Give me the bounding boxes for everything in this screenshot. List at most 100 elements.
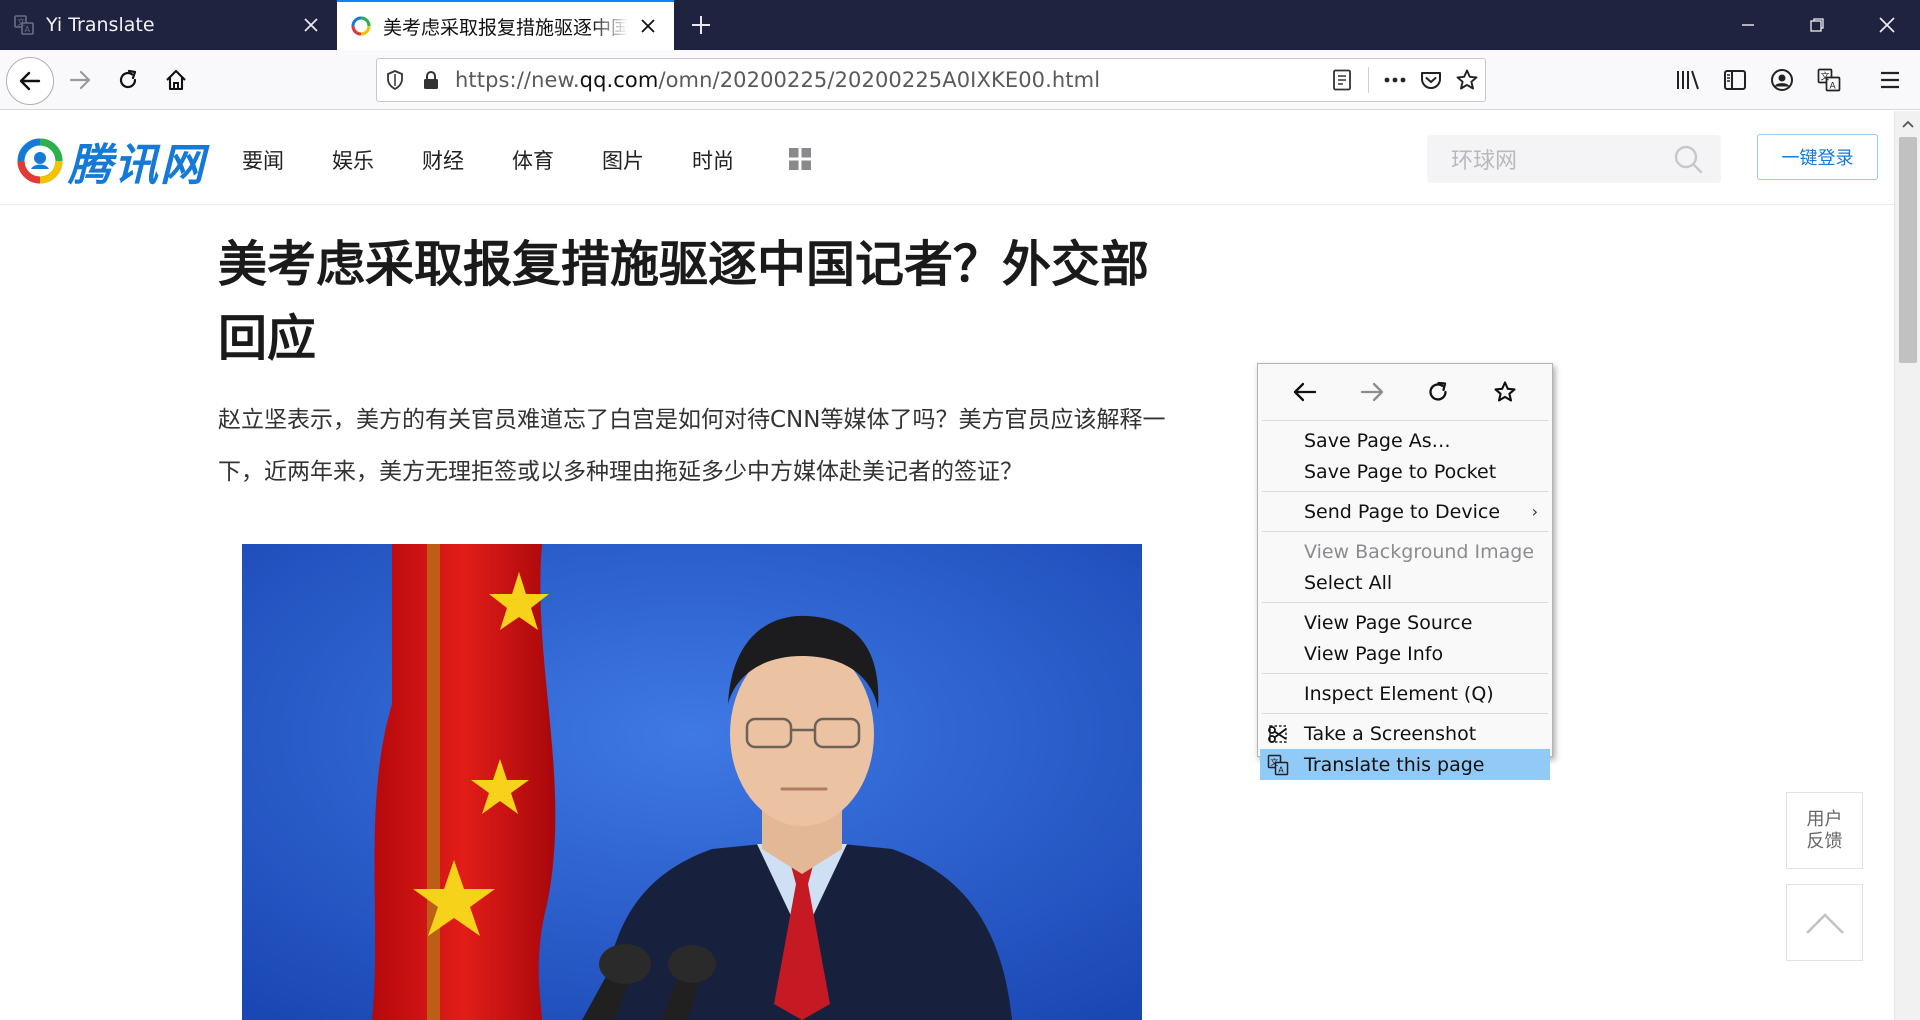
navigation-toolbar: https://new.qq.com/omn/20200225/20200225… (0, 50, 1920, 110)
url-path: /omn/20200225/20200225A0IXKE00.html (658, 68, 1101, 92)
new-tab-button[interactable] (686, 10, 716, 40)
bookmark-star-icon (1494, 381, 1516, 402)
screenshot-icon (1268, 725, 1287, 743)
qq-favicon-icon (351, 16, 371, 36)
home-icon (166, 69, 186, 91)
page-context-menu: Save Page As… Save Page to Pocket Send P… (1257, 363, 1553, 780)
arrow-right-icon (1360, 382, 1383, 402)
pocket-icon[interactable] (1413, 60, 1449, 100)
svg-text:A: A (25, 25, 31, 34)
menu-item-save-page-as[interactable]: Save Page As… (1260, 425, 1550, 456)
forward-button[interactable] (58, 58, 102, 102)
one-click-login-button[interactable]: 一键登录 (1757, 134, 1878, 180)
scroll-up-arrow-icon[interactable] (1895, 111, 1920, 137)
close-tab-icon[interactable] (299, 13, 323, 37)
tracking-protection-shield-icon[interactable] (377, 60, 413, 100)
back-to-top-button[interactable] (1786, 884, 1863, 961)
account-button[interactable] (1760, 58, 1804, 102)
back-button[interactable] (6, 57, 54, 105)
channel-link[interactable]: 财经 (422, 145, 464, 175)
menu-item-translate-this-page[interactable]: 文 A Translate this page (1260, 749, 1550, 780)
close-window-button[interactable] (1856, 0, 1918, 50)
press-conference-photo (242, 544, 1142, 1020)
lock-icon[interactable] (413, 60, 449, 100)
channel-nav: 要闻 娱乐 财经 体育 图片 时尚 (242, 145, 782, 175)
menu-item-label: Inspect Element (Q) (1304, 682, 1494, 705)
context-reload-button[interactable] (1418, 372, 1458, 412)
channel-link[interactable]: 体育 (512, 145, 554, 175)
translate-icon: 文A (1817, 68, 1841, 92)
tab-strip: 文 A Yi Translate 美考虑采取报复措施驱逐中国记者？外交部回应 (0, 0, 1920, 50)
menu-item-select-all[interactable]: Select All (1260, 567, 1550, 598)
plus-icon (692, 16, 710, 34)
submenu-chevron-right-icon: › (1531, 502, 1538, 521)
tencent-logo-icon (17, 138, 63, 184)
menu-item-label: Take a Screenshot (1304, 722, 1477, 745)
tab-qq-article[interactable]: 美考虑采取报复措施驱逐中国记者？外交部回应 (337, 0, 674, 50)
channel-link[interactable]: 图片 (602, 145, 644, 175)
scrollbar-thumb[interactable] (1899, 137, 1917, 363)
bookmark-star-icon[interactable] (1449, 60, 1485, 100)
channel-link[interactable]: 娱乐 (332, 145, 374, 175)
menu-item-take-screenshot[interactable]: Take a Screenshot (1260, 718, 1550, 749)
menu-item-inspect-element[interactable]: Inspect Element (Q) (1260, 678, 1550, 709)
account-icon (1771, 69, 1793, 91)
menu-separator (1262, 713, 1548, 714)
channel-link[interactable]: 时尚 (692, 145, 734, 175)
menu-item-label: Send Page to Device (1304, 500, 1501, 523)
menu-item-send-page-to-device[interactable]: Send Page to Device › (1260, 496, 1550, 527)
menu-item-save-to-pocket[interactable]: Save Page to Pocket (1260, 456, 1550, 487)
translate-favicon-icon: 文 A (14, 15, 34, 35)
minimize-button[interactable] (1717, 0, 1779, 50)
close-tab-icon[interactable] (636, 14, 660, 38)
sidebar-icon (1724, 70, 1746, 90)
menu-item-label: View Page Source (1304, 611, 1473, 634)
sidebar-button[interactable] (1713, 58, 1757, 102)
page-actions-icon[interactable] (1377, 60, 1413, 100)
menu-item-view-page-source[interactable]: View Page Source (1260, 607, 1550, 638)
svg-text:A: A (1278, 766, 1284, 775)
url-domain: qq.com (579, 68, 659, 92)
library-button[interactable] (1666, 58, 1710, 102)
tab-title: 美考虑采取报复措施驱逐中国记者？外交部回应 (383, 16, 628, 39)
svg-text:文: 文 (1821, 71, 1830, 83)
arrow-right-icon (69, 70, 91, 90)
reader-view-icon[interactable] (1324, 60, 1360, 100)
channel-link[interactable]: 要闻 (242, 145, 284, 175)
context-bookmark-button[interactable] (1485, 372, 1525, 412)
restore-button[interactable] (1786, 0, 1848, 50)
tab-yi-translate[interactable]: 文 A Yi Translate (0, 0, 337, 50)
reload-icon (119, 69, 137, 89)
article-summary: 赵立坚表示，美方的有关官员难道忘了白宫是如何对待CNN等媒体了吗？美方官员应该解… (218, 407, 1166, 485)
site-search-input[interactable]: 环球网 (1427, 135, 1721, 183)
menu-item-label: View Background Image (1304, 540, 1535, 563)
address-bar[interactable]: https://new.qq.com/omn/20200225/20200225… (376, 58, 1486, 102)
url-text[interactable]: https://new.qq.com/omn/20200225/20200225… (455, 68, 1324, 92)
translate-extension-button[interactable]: 文A (1807, 58, 1851, 102)
context-nav-row (1260, 368, 1550, 416)
minimize-icon (1742, 24, 1754, 26)
library-icon (1677, 70, 1699, 90)
arrow-left-icon (19, 71, 41, 91)
translate-icon: 文 A (1267, 754, 1289, 776)
user-feedback-button[interactable]: 用户 反馈 (1786, 792, 1863, 869)
context-forward-button[interactable] (1352, 372, 1392, 412)
home-button[interactable] (154, 58, 198, 102)
article-headline: 美考虑采取报复措施驱逐中国记者？外交部回应 (218, 236, 1150, 367)
menu-separator (1262, 420, 1548, 421)
more-channels-grid-icon[interactable] (788, 147, 812, 171)
menu-button[interactable] (1868, 58, 1912, 102)
context-back-button[interactable] (1285, 372, 1325, 412)
site-logo[interactable]: 腾讯网 (16, 129, 206, 193)
logo-text: 腾讯网 (68, 140, 206, 191)
hamburger-menu-icon (1881, 71, 1899, 89)
search-placeholder: 环球网 (1451, 149, 1518, 174)
menu-item-view-page-info[interactable]: View Page Info (1260, 638, 1550, 669)
menu-item-view-background-image: View Background Image (1260, 536, 1550, 567)
search-icon[interactable] (1673, 144, 1703, 174)
menu-item-label: Save Page As… (1304, 429, 1451, 452)
page-scrollbar[interactable] (1894, 111, 1920, 1020)
feedback-label: 反馈 (1806, 830, 1843, 852)
reload-button[interactable] (106, 58, 150, 102)
menu-item-label: View Page Info (1304, 642, 1444, 665)
